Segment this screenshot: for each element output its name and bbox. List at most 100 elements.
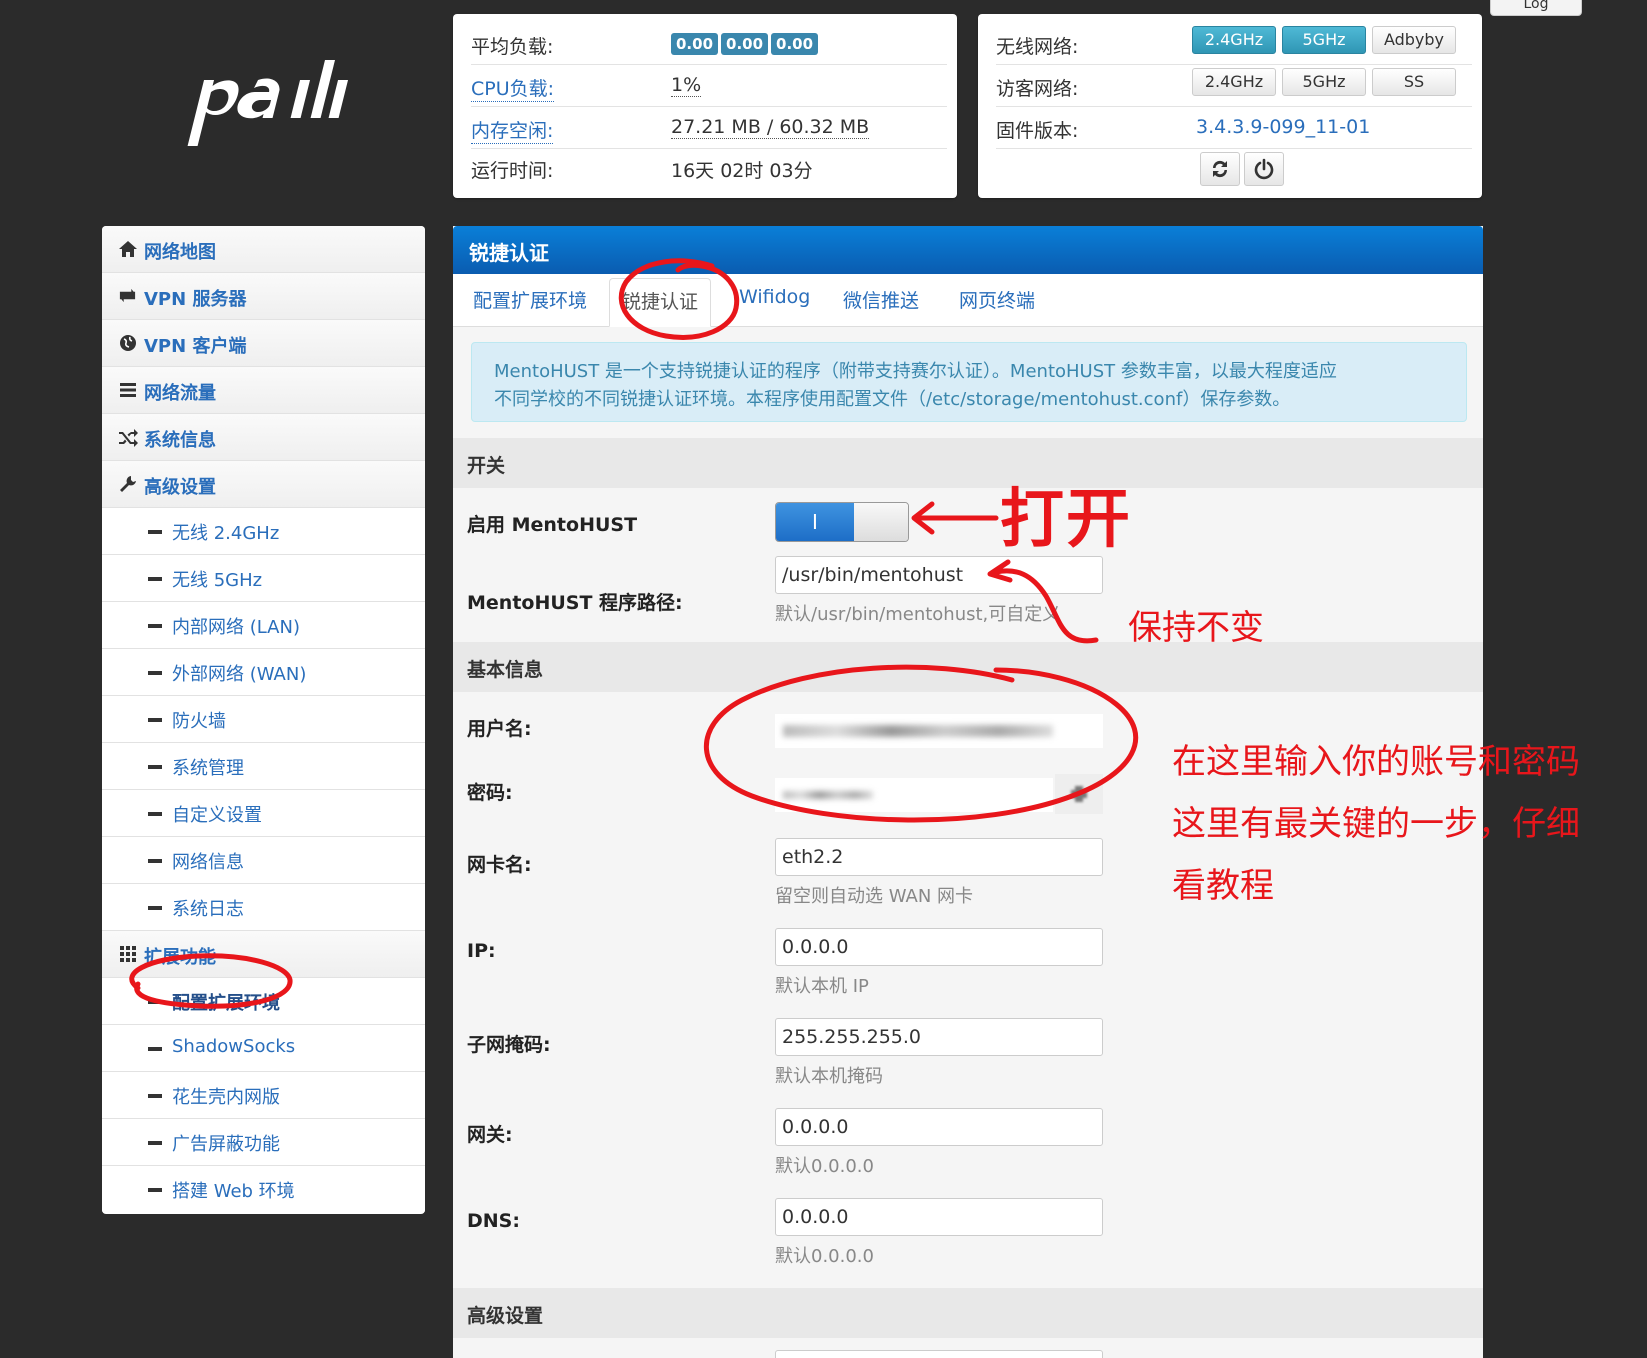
sidebar-item-web[interactable]: 搭建 Web 环境 xyxy=(102,1166,425,1212)
power-icon xyxy=(1254,158,1274,180)
mask-hint: 默认本机掩码 xyxy=(775,1066,883,1087)
section-switch: 开关 xyxy=(453,438,1483,488)
password-input[interactable] xyxy=(775,778,1053,812)
sidebar-item-wireless-5[interactable]: 无线 5GHz xyxy=(102,555,425,602)
system-status-panel: 平均负载: 0.00 0.00 0.00 CPU负载: 1% 内存空闲: 27.21… xyxy=(453,14,957,198)
adbyby-button[interactable]: Adbyby xyxy=(1372,26,1456,54)
sidebar-item-extensions[interactable]: 扩展功能 xyxy=(102,931,425,978)
sidebar-item-vpn-client[interactable]: VPN 客户端 xyxy=(102,320,425,367)
sidebar-item-label: 防火墙 xyxy=(172,711,226,732)
log-button[interactable]: Log xyxy=(1490,0,1582,16)
cpu-link[interactable]: CPU负载: xyxy=(471,74,555,102)
section-title: 高级设置 xyxy=(467,1305,544,1327)
tab-ext-config[interactable]: 配置扩展环境 xyxy=(473,286,587,326)
wireless-24-button[interactable]: 2.4GHz xyxy=(1192,26,1276,54)
sidebar-item-label: 系统信息 xyxy=(144,430,216,451)
toggle-knob xyxy=(854,503,908,541)
tab-web-terminal[interactable]: 网页终端 xyxy=(959,286,1035,326)
sidebar-item-label: 系统管理 xyxy=(172,758,244,779)
enable-toggle[interactable]: I xyxy=(775,502,909,542)
dash-icon xyxy=(148,812,162,816)
sidebar-item-label: 自定义设置 xyxy=(172,805,262,826)
sidebar-item-wan[interactable]: 外部网络 (WAN) xyxy=(102,649,425,696)
dash-icon xyxy=(148,530,162,534)
dash-icon xyxy=(148,906,162,910)
blurred-value xyxy=(783,791,873,799)
load-badge: 0.00 xyxy=(771,33,819,55)
gateway-input[interactable]: 0.0.0.0 xyxy=(775,1108,1103,1146)
guest-5-button[interactable]: 5GHz xyxy=(1282,68,1366,96)
annotation-line2: 这里有最关键的一步，仔细 xyxy=(1172,804,1580,844)
sidebar-item-label: 花生壳内网版 xyxy=(172,1087,280,1108)
sidebar-item-label: ShadowSocks xyxy=(172,1036,296,1057)
tab-wechat[interactable]: 微信推送 xyxy=(843,286,919,326)
memory-row: 内存空闲: 27.21 MB / 60.32 MB xyxy=(471,108,947,149)
tab-ruijie[interactable]: 锐捷认证 xyxy=(609,278,712,327)
guest-24-button[interactable]: 2.4GHz xyxy=(1192,68,1276,96)
toggle-on: I xyxy=(776,503,854,541)
refresh-icon xyxy=(1212,160,1228,178)
sidebar-item-advanced[interactable]: 高级设置 xyxy=(102,461,425,508)
uptime-label: 运行时间: xyxy=(471,160,554,182)
path-label: MentoHUST 程序路径: xyxy=(467,592,683,614)
grid-icon xyxy=(120,946,136,962)
dash-icon xyxy=(148,1000,162,1004)
annotation-open: 打开 xyxy=(1000,483,1132,557)
uptime-row: 运行时间: 16天 02时 03分 xyxy=(471,148,947,188)
dns-input[interactable]: 0.0.0.0 xyxy=(775,1198,1103,1236)
mask-input[interactable]: 255.255.255.0 xyxy=(775,1018,1103,1056)
wrench-icon xyxy=(120,476,136,492)
sidebar-item-firewall[interactable]: 防火墙 xyxy=(102,696,425,743)
ip-input[interactable]: 0.0.0.0 xyxy=(775,928,1103,966)
memory-value: 27.21 MB / 60.32 MB xyxy=(671,116,870,139)
sidebar-item-traffic[interactable]: 网络流量 xyxy=(102,367,425,414)
show-password-button[interactable] xyxy=(1055,774,1103,814)
sidebar-item-admin[interactable]: 系统管理 xyxy=(102,743,425,790)
dash-icon xyxy=(148,1094,162,1098)
sidebar-item-network-map[interactable]: 网络地图 xyxy=(102,226,425,273)
gateway-hint: 默认0.0.0.0 xyxy=(775,1156,874,1177)
sidebar-item-vpn-server[interactable]: VPN 服务器 xyxy=(102,273,425,320)
sidebar-item-syslog[interactable]: 系统日志 xyxy=(102,884,425,931)
section-advanced: 高级设置 xyxy=(453,1288,1483,1338)
dns-label: DNS: xyxy=(467,1210,520,1232)
sidebar-item-shadowsocks[interactable]: ShadowSocks xyxy=(102,1025,425,1072)
advanced-input[interactable] xyxy=(775,1350,1103,1358)
home-icon xyxy=(119,241,137,257)
sidebar-item-label: 扩展功能 xyxy=(144,947,216,968)
sidebar-item-system-info[interactable]: 系统信息 xyxy=(102,414,425,461)
sidebar-item-custom[interactable]: 自定义设置 xyxy=(102,790,425,837)
load-label: 平均负载: xyxy=(471,36,554,58)
refresh-button[interactable] xyxy=(1200,152,1240,186)
password-label: 密码: xyxy=(467,782,513,804)
dash-icon xyxy=(148,718,162,722)
path-input[interactable]: /usr/bin/mentohust xyxy=(775,556,1103,594)
cpu-value: 1% xyxy=(671,74,702,97)
power-button[interactable] xyxy=(1244,152,1284,186)
username-input[interactable] xyxy=(775,714,1103,748)
load-values: 0.00 0.00 0.00 xyxy=(671,32,821,55)
wireless-label: 无线网络: xyxy=(996,36,1079,58)
sidebar-item-label: 网络地图 xyxy=(144,242,216,263)
firmware-link[interactable]: 3.4.3.9-099_11-01 xyxy=(1196,116,1370,138)
ss-button[interactable]: SS xyxy=(1372,68,1456,96)
sidebar-item-label: 网络信息 xyxy=(172,852,244,873)
wireless-5-button[interactable]: 5GHz xyxy=(1282,26,1366,54)
nic-input[interactable]: eth2.2 xyxy=(775,838,1103,876)
tab-wifidog[interactable]: Wifidog xyxy=(739,286,810,326)
sidebar-item-adblock[interactable]: 广告屏蔽功能 xyxy=(102,1119,425,1166)
uptime-value: 16天 02时 03分 xyxy=(671,160,813,182)
sidebar-item-wireless-24[interactable]: 无线 2.4GHz xyxy=(102,508,425,555)
sidebar-item-ext-config[interactable]: 配置扩展环境 xyxy=(102,978,425,1025)
card-header: 锐捷认证 xyxy=(453,226,1483,274)
sidebar-item-lan[interactable]: 内部网络 (LAN) xyxy=(102,602,425,649)
dash-icon xyxy=(148,859,162,863)
load-badge: 0.00 xyxy=(671,33,719,55)
dash-icon xyxy=(148,577,162,581)
memory-link[interactable]: 内存空闲: xyxy=(471,116,554,144)
sidebar-item-oray[interactable]: 花生壳内网版 xyxy=(102,1072,425,1119)
dash-icon xyxy=(148,624,162,628)
guest-label: 访客网络: xyxy=(996,78,1079,100)
sidebar-item-netinfo[interactable]: 网络信息 xyxy=(102,837,425,884)
wireless-row: 无线网络: 2.4GHz 5GHz Adbyby xyxy=(996,24,1472,65)
